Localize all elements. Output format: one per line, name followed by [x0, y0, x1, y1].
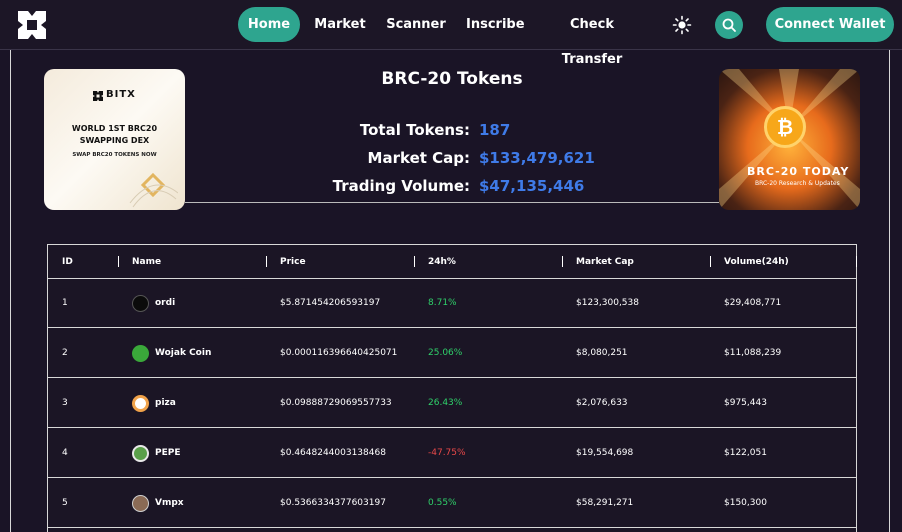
token-price: $0.5366334377603197 [280, 498, 386, 508]
trading-volume-value: $47,135,446 [479, 177, 585, 195]
col-separator [118, 256, 119, 267]
token-volume: $975,443 [724, 398, 767, 408]
token-name[interactable]: PEPE [155, 429, 181, 478]
token-market-cap: $8,080,251 [576, 348, 628, 358]
token-market-cap: $123,300,538 [576, 298, 639, 308]
col-separator [414, 256, 415, 267]
token-market-cap: $2,076,633 [576, 398, 628, 408]
trading-volume-label: Trading Volume: [332, 177, 470, 195]
row-id: 3 [62, 398, 68, 408]
token-change: 25.06% [428, 348, 463, 358]
piza-token-icon [132, 395, 149, 412]
hero-divider [185, 202, 719, 203]
nav-inscribe[interactable]: Inscribe [466, 7, 525, 42]
search-button[interactable] [715, 11, 743, 39]
token-name[interactable]: Vmpx [155, 479, 184, 528]
token-price: $0.4648244003138468 [280, 448, 386, 458]
bitcoin-coin-icon: ₿ [764, 106, 806, 148]
nav-scanner[interactable]: Scanner [386, 7, 446, 42]
token-market-cap: $19,554,698 [576, 448, 634, 458]
token-name[interactable]: piza [155, 379, 176, 428]
table-row[interactable]: 1 ordi $5.871454206593197 8.71% $123,300… [48, 279, 856, 328]
col-separator [266, 256, 267, 267]
col-separator [710, 256, 711, 267]
token-volume: $150,300 [724, 498, 767, 508]
token-change: 0.55% [428, 498, 457, 508]
nav-check-transfer[interactable]: Check Transfer [544, 7, 640, 67]
token-change: 26.43% [428, 398, 463, 408]
token-market-cap: $58,291,271 [576, 498, 634, 508]
token-volume: $122,051 [724, 448, 767, 458]
page-title: BRC-20 Tokens [381, 69, 523, 89]
bitx-promo-banner[interactable]: BITX WORLD 1ST BRC20 SWAPPING DEX SWAP B… [44, 69, 185, 210]
navbar: Home Market Scanner Inscribe Check Trans… [0, 0, 902, 67]
connect-wallet-button[interactable]: Connect Wallet [766, 7, 894, 42]
search-icon [722, 18, 736, 32]
total-tokens-label: Total Tokens: [359, 121, 470, 139]
col-market-cap[interactable]: Market Cap [576, 245, 634, 279]
token-price: $0.000116396640425071 [280, 348, 398, 358]
token-price: $0.09888729069557733 [280, 398, 392, 408]
table-row[interactable]: 5 Vmpx $0.5366334377603197 0.55% $58,291… [48, 479, 856, 528]
row-id: 1 [62, 298, 68, 308]
row-id: 4 [62, 448, 68, 458]
col-name[interactable]: Name [132, 245, 161, 279]
nav-home[interactable]: Home [238, 7, 300, 42]
token-name[interactable]: Wojak Coin [155, 329, 211, 378]
logo-icon[interactable] [14, 7, 50, 43]
token-volume: $29,408,771 [724, 298, 782, 308]
token-name[interactable]: ordi [155, 279, 175, 328]
nav-market[interactable]: Market [312, 7, 368, 42]
vmpx-token-icon [132, 495, 149, 512]
market-cap-label: Market Cap: [367, 149, 470, 167]
ordi-token-icon [132, 295, 149, 312]
total-tokens-value: 187 [479, 121, 511, 139]
table-row[interactable]: 2 Wojak Coin $0.000116396640425071 25.06… [48, 329, 856, 378]
pepe-token-icon [132, 445, 149, 462]
col-volume[interactable]: Volume(24h) [724, 245, 789, 279]
table-row[interactable]: 3 piza $0.09888729069557733 26.43% $2,07… [48, 379, 856, 428]
market-cap-value: $133,479,621 [479, 149, 595, 167]
row-id: 5 [62, 498, 68, 508]
col-price[interactable]: Price [280, 245, 306, 279]
col-id[interactable]: ID [62, 245, 73, 279]
wojak-token-icon [132, 345, 149, 362]
col-24h[interactable]: 24h% [428, 245, 456, 279]
bitx-banner-subtitle: SWAP BRC20 TOKENS NOW [72, 152, 157, 158]
token-change: 8.71% [428, 298, 457, 308]
table-header: ID Name Price 24h% Market Cap Volume(24h… [48, 245, 857, 279]
bitx-banner-title: WORLD 1ST BRC20 SWAPPING DEX [71, 124, 158, 145]
banner-decoration [129, 172, 178, 208]
bitx-logo-icon [93, 91, 103, 101]
col-separator [562, 256, 563, 267]
token-volume: $11,088,239 [724, 348, 782, 358]
row-id: 2 [62, 348, 68, 358]
token-change: -47.75% [428, 448, 466, 458]
brc20-today-subtitle: BRC-20 Research & Updates [755, 180, 840, 187]
table-row[interactable]: 4 PEPE $0.4648244003138468 -47.75% $19,5… [48, 429, 856, 478]
tokens-table: ID Name Price 24h% Market Cap Volume(24h… [47, 244, 857, 532]
sun-icon[interactable] [672, 15, 692, 35]
token-price: $5.871454206593197 [280, 298, 381, 308]
brc20-today-title: BRC-20 TODAY [747, 165, 850, 178]
col-separator [856, 256, 857, 267]
bitx-brand: BITX [106, 89, 136, 100]
brc20-today-banner[interactable]: ₿ BRC-20 TODAY BRC-20 Research & Updates [719, 69, 860, 210]
